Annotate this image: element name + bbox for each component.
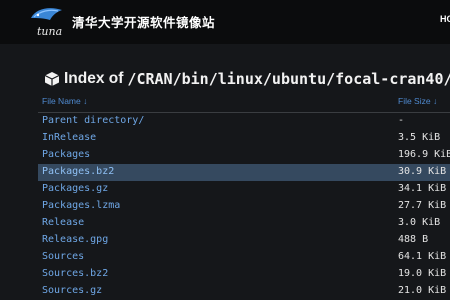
sort-by-name-header[interactable]: File Name ↓ [42, 96, 87, 106]
file-size: 488 B [398, 234, 429, 245]
table-row[interactable]: Release.gpg 488 B [38, 232, 450, 249]
file-size: - [398, 115, 405, 126]
file-link[interactable]: Release.gpg [42, 234, 108, 245]
file-link[interactable]: Packages.bz2 [42, 166, 114, 177]
top-navbar: tuna 清华大学开源软件镜像站 HO [0, 0, 450, 44]
file-size: 64.1 KiB [398, 251, 447, 262]
table-row[interactable]: Packages.bz2 30.9 KiB [38, 164, 450, 181]
table-row[interactable]: InRelease 3.5 KiB [38, 130, 450, 147]
file-size: 3.5 KiB [398, 132, 441, 143]
file-size: 27.7 KiB [398, 200, 447, 211]
file-link[interactable]: Sources.bz2 [42, 268, 108, 279]
page-heading: Index of /CRAN/bin/linux/ubuntu/focal-cr… [44, 68, 450, 90]
file-link[interactable]: InRelease [42, 132, 96, 143]
file-size: 34.1 KiB [398, 183, 447, 194]
tuna-logo[interactable]: tuna [28, 4, 68, 40]
table-body: Parent directory/ - InRelease 3.5 KiB Packag… [38, 113, 450, 300]
table-row[interactable]: Release 3.0 KiB [38, 215, 450, 232]
table-row[interactable]: Packages.gz 34.1 KiB [38, 181, 450, 198]
site-title[interactable]: 清华大学开源软件镜像站 [72, 12, 215, 31]
table-header: File Name ↓ File Size ↓ [38, 90, 450, 113]
heading-label: Index of [64, 70, 124, 87]
file-size: 196.9 KiB [398, 149, 450, 160]
file-link[interactable]: Release [42, 217, 84, 228]
table-row[interactable]: Sources.bz2 19.0 KiB [38, 266, 450, 283]
table-row[interactable]: Sources.gz 21.0 KiB [38, 283, 450, 300]
table-row[interactable]: Parent directory/ - [38, 113, 450, 130]
package-icon [44, 72, 60, 86]
file-table: File Name ↓ File Size ↓ Parent directory… [38, 90, 450, 300]
nav-home-link[interactable]: HO [440, 14, 450, 24]
file-size: 19.0 KiB [398, 268, 447, 279]
file-link[interactable]: Sources [42, 251, 84, 262]
table-row[interactable]: Sources 64.1 KiB [38, 249, 450, 266]
table-row[interactable]: Packages.lzma 27.7 KiB [38, 198, 450, 215]
file-link[interactable]: Packages.gz [42, 183, 108, 194]
logo-text: tuna [37, 25, 62, 38]
file-size: 3.0 KiB [398, 217, 441, 228]
sort-by-size-header[interactable]: File Size ↓ [398, 96, 437, 106]
file-link[interactable]: Parent directory/ [42, 115, 144, 126]
table-row[interactable]: Packages 196.9 KiB [38, 147, 450, 164]
file-size: 21.0 KiB [398, 285, 447, 296]
heading-path: /CRAN/bin/linux/ubuntu/focal-cran40/ [127, 70, 450, 88]
file-link[interactable]: Sources.gz [42, 285, 102, 296]
file-link[interactable]: Packages [42, 149, 90, 160]
file-link[interactable]: Packages.lzma [42, 200, 120, 211]
file-size: 30.9 KiB [398, 166, 447, 177]
